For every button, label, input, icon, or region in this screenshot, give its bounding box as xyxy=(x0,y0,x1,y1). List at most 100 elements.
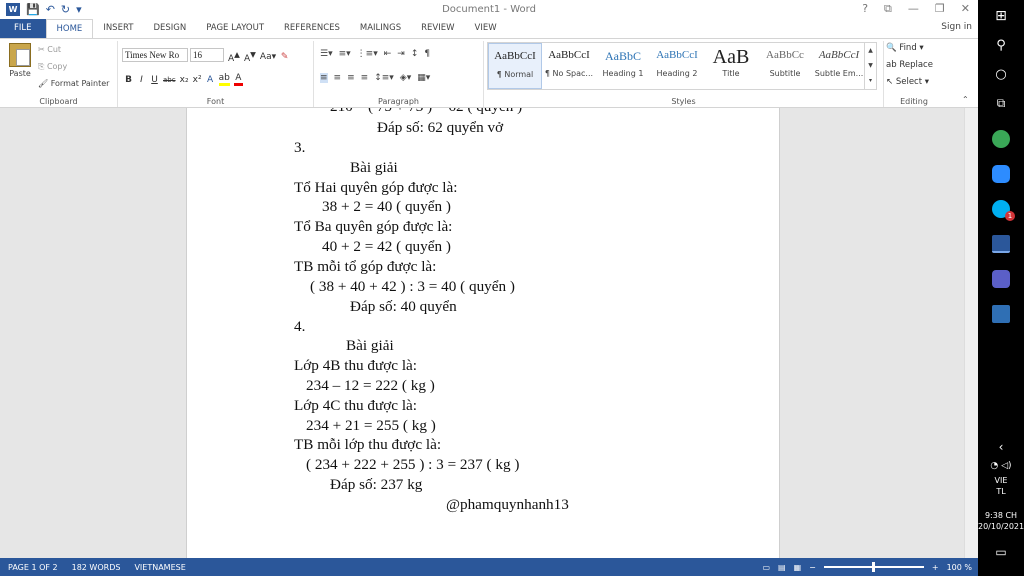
document-page[interactable]: 210 – ( 75 + 73 ) = 62 ( quyển ) Đáp số:… xyxy=(186,108,780,558)
tab-mailings[interactable]: MAILINGS xyxy=(350,19,411,38)
highlight-icon[interactable]: ab xyxy=(218,73,230,86)
style-heading-2[interactable]: AaBbCcI Heading 2 xyxy=(650,43,704,89)
task-view-icon[interactable]: ⧉ xyxy=(978,96,1024,111)
bold-icon[interactable]: B xyxy=(124,75,133,85)
clock[interactable]: 9:38 CH 20/10/2021 xyxy=(978,510,1024,532)
input-language[interactable]: VIE TL xyxy=(978,475,1024,497)
chevron-left-icon[interactable]: ‹ xyxy=(978,440,1024,454)
zoom-in-icon[interactable]: + xyxy=(932,563,939,572)
calculator-app-icon[interactable] xyxy=(978,305,1024,323)
minimize-button[interactable]: — xyxy=(908,2,919,16)
chevron-down-icon[interactable]: ▼ xyxy=(865,58,876,73)
zoom-slider[interactable] xyxy=(823,562,924,572)
help-button[interactable]: ? xyxy=(862,2,868,16)
web-layout-icon[interactable]: ▦ xyxy=(794,563,802,572)
save-icon[interactable]: 💾 xyxy=(26,3,40,16)
format-painter-label: Format Painter xyxy=(50,79,110,88)
style-no-spacing[interactable]: AaBbCcI ¶ No Spac... xyxy=(542,43,596,89)
doc-line: @phamquynhanh13 xyxy=(446,496,569,513)
increase-indent-icon[interactable]: ⇥ xyxy=(397,49,405,59)
customize-qat-icon[interactable]: ▾ xyxy=(76,3,82,16)
clear-format-icon[interactable]: ✎ xyxy=(280,52,289,62)
subscript-icon[interactable]: x₂ xyxy=(180,75,189,85)
superscript-icon[interactable]: x² xyxy=(193,75,202,85)
borders-icon[interactable]: ▦▾ xyxy=(417,73,430,83)
cut-button[interactable]: ✂ Cut xyxy=(38,45,61,54)
align-center-icon[interactable]: ≡ xyxy=(334,73,342,83)
ribbon-display-button[interactable]: ⧉ xyxy=(884,2,892,16)
redo-icon[interactable]: ↻ xyxy=(61,3,70,16)
find-button[interactable]: 🔍 Find ▾ xyxy=(886,43,933,60)
replace-button[interactable]: ab Replace xyxy=(886,60,933,77)
numbering-icon[interactable]: ≡▾ xyxy=(339,49,351,59)
font-size-box[interactable]: 16 xyxy=(190,48,224,62)
tab-references[interactable]: REFERENCES xyxy=(274,19,350,38)
multilevel-list-icon[interactable]: ⋮≡▾ xyxy=(357,49,378,59)
grow-font-icon[interactable]: A▲ xyxy=(228,50,240,64)
shading-icon[interactable]: ◈▾ xyxy=(400,73,411,83)
paste-button[interactable]: Paste xyxy=(6,43,34,78)
cortana-icon[interactable]: ○ xyxy=(978,67,1024,82)
copy-button[interactable]: ⎘ Copy xyxy=(38,62,67,72)
doc-line: TB mỗi lớp thu được là: xyxy=(294,436,442,453)
tab-page-layout[interactable]: PAGE LAYOUT xyxy=(196,19,274,38)
tab-review[interactable]: REVIEW xyxy=(411,19,464,38)
word-app-icon[interactable] xyxy=(978,235,1024,253)
underline-icon[interactable]: U xyxy=(150,75,159,85)
sort-icon[interactable]: ↕ xyxy=(411,49,419,59)
styles-scroll[interactable]: ▲ ▼ ▾ xyxy=(864,43,876,89)
word-count[interactable]: 182 WORDS xyxy=(64,563,127,572)
italic-icon[interactable]: I xyxy=(137,75,146,85)
paragraph-group: ☰▾ ≡▾ ⋮≡▾ ⇤ ⇥ ↕ ¶ ≡ ≡ ≡ ≡ ↕≡▾ ◈▾ ▦▾ Para… xyxy=(314,41,484,107)
style-title[interactable]: AaB Title xyxy=(704,43,758,89)
print-layout-icon[interactable]: ▤ xyxy=(778,563,786,572)
align-left-icon[interactable]: ≡ xyxy=(320,73,328,83)
chevron-up-icon[interactable]: ▲ xyxy=(865,43,876,58)
show-marks-icon[interactable]: ¶ xyxy=(424,49,430,59)
justify-icon[interactable]: ≡ xyxy=(361,73,369,83)
tab-insert[interactable]: INSERT xyxy=(93,19,143,38)
zoom-out-icon[interactable]: − xyxy=(809,563,816,572)
text-effects-icon[interactable]: A xyxy=(206,75,215,85)
notification-icon[interactable]: ▭ xyxy=(978,545,1024,559)
format-painter-button[interactable]: 🖌 Format Painter xyxy=(38,79,109,88)
zoom-slider-knob[interactable] xyxy=(871,562,875,572)
shrink-font-icon[interactable]: A▼ xyxy=(244,50,256,64)
windows-start-icon[interactable]: ⊞ xyxy=(978,8,1024,24)
read-mode-icon[interactable]: ▭ xyxy=(762,563,770,572)
teams-app-icon[interactable] xyxy=(978,270,1024,288)
tab-home[interactable]: HOME xyxy=(45,19,94,38)
style-subtle-emphasis[interactable]: AaBbCcI Subtle Em... xyxy=(812,43,866,89)
line-spacing-icon[interactable]: ↕≡▾ xyxy=(374,73,394,83)
zoom-level[interactable]: 100 % xyxy=(947,563,972,572)
align-right-icon[interactable]: ≡ xyxy=(347,73,355,83)
decrease-indent-icon[interactable]: ⇤ xyxy=(384,49,392,59)
style-heading-1[interactable]: AaBbC Heading 1 xyxy=(596,43,650,89)
undo-icon[interactable]: ↶ xyxy=(46,3,55,16)
proofing-language[interactable]: VIETNAMESE xyxy=(126,563,191,572)
style-normal[interactable]: AaBbCcI ¶ Normal xyxy=(488,43,542,89)
sign-in-link[interactable]: Sign in xyxy=(941,22,972,32)
restore-button[interactable]: ❐ xyxy=(935,2,945,16)
doc-line: Lớp 4C thu được là: xyxy=(294,397,417,414)
tab-file[interactable]: FILE xyxy=(0,19,46,38)
tab-view[interactable]: VIEW xyxy=(465,19,507,38)
font-name-box[interactable]: Times New Ro xyxy=(122,48,188,62)
bullets-icon[interactable]: ☰▾ xyxy=(320,49,333,59)
tab-design[interactable]: DESIGN xyxy=(143,19,196,38)
vertical-scrollbar[interactable] xyxy=(964,108,978,558)
collapse-ribbon-icon[interactable]: ⌃ xyxy=(962,95,969,104)
chrome-app-icon[interactable] xyxy=(978,130,1024,148)
style-subtitle[interactable]: AaBbCc Subtitle xyxy=(758,43,812,89)
select-button[interactable]: ↖ Select ▾ xyxy=(886,77,933,94)
wifi-icon[interactable]: ◔ ◁) xyxy=(978,461,1024,471)
font-color-icon[interactable]: A xyxy=(233,73,243,86)
close-button[interactable]: ✕ xyxy=(961,2,970,16)
strikethrough-icon[interactable]: abc xyxy=(163,76,176,84)
zoom-app-icon[interactable] xyxy=(978,165,1024,183)
change-case-icon[interactable]: Aa▾ xyxy=(260,52,276,62)
skype-app-icon[interactable]: 1 xyxy=(978,200,1024,221)
page-count[interactable]: PAGE 1 OF 2 xyxy=(0,563,64,572)
search-icon[interactable]: ⚲ xyxy=(978,38,1024,53)
more-styles-icon[interactable]: ▾ xyxy=(865,73,876,88)
